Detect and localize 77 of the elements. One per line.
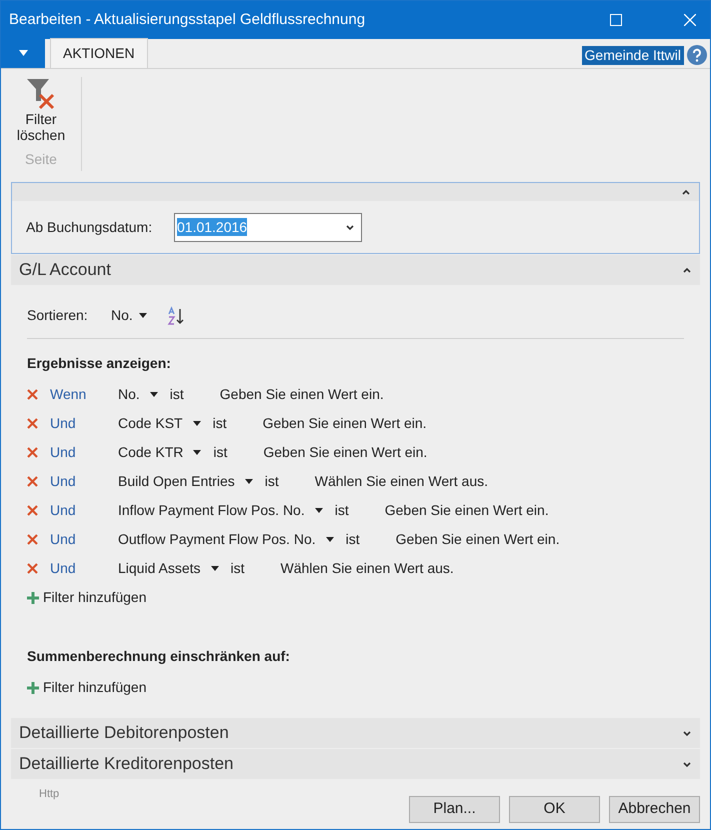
collapse-icon[interactable] bbox=[682, 266, 692, 274]
conjunction-label: Und bbox=[50, 530, 77, 549]
caret-icon[interactable] bbox=[193, 450, 202, 455]
operator-label: ist bbox=[346, 530, 360, 549]
expand-icon[interactable] bbox=[682, 760, 692, 768]
section-heading: Summenberechnung einschränken auf: bbox=[27, 647, 291, 666]
filter-field-dropdown[interactable]: Code KST bbox=[118, 413, 201, 434]
filter-field-dropdown[interactable]: Build Open Entries bbox=[118, 471, 253, 492]
caret-icon[interactable] bbox=[210, 566, 218, 571]
menu-button[interactable] bbox=[1, 38, 45, 68]
window-title: Bearbeiten - Aktualisierungsstapel Geldflussrechnung bbox=[9, 10, 366, 30]
add-filter-link[interactable]: Filter hinzufügen bbox=[27, 583, 147, 612]
caret-icon[interactable] bbox=[314, 508, 323, 513]
plus-icon bbox=[27, 592, 39, 604]
filter-value-field[interactable]: Geben Sie einen Wert ein. bbox=[220, 384, 384, 405]
section-title: G/L Account bbox=[19, 259, 111, 282]
filter-value-field[interactable]: Geben Sie einen Wert ein. bbox=[262, 413, 427, 434]
operator-label: ist bbox=[334, 501, 349, 520]
filter-field-dropdown[interactable]: Liquid Assets bbox=[118, 558, 218, 579]
remove-icon[interactable] bbox=[27, 447, 38, 458]
collapse-icon[interactable] bbox=[681, 188, 691, 196]
section-heading: Ergebnisse anzeigen: bbox=[27, 354, 172, 373]
sort-field-dropdown[interactable]: No. bbox=[111, 305, 147, 326]
conjunction-label: Und bbox=[50, 559, 77, 578]
sort-label: Sortieren: bbox=[27, 306, 89, 325]
section-title: Detaillierte Kreditorenposten bbox=[19, 753, 234, 776]
operator-label: ist bbox=[213, 443, 228, 462]
operator-label: ist bbox=[230, 559, 244, 578]
dropdown-icon[interactable] bbox=[345, 223, 355, 231]
section-header[interactable]: G/L Account bbox=[11, 255, 700, 285]
close-icon[interactable] bbox=[684, 14, 696, 26]
conjunction-label: Und bbox=[50, 501, 77, 520]
ribbon-tab[interactable]: AKTIONEN bbox=[50, 38, 148, 68]
help-icon[interactable] bbox=[687, 45, 707, 65]
company-label: Gemeinde Ittwil bbox=[582, 46, 684, 65]
field-label: Ab Buchungsdatum: bbox=[26, 218, 154, 237]
caret-icon[interactable] bbox=[138, 313, 147, 318]
filter-value-field[interactable]: Wählen Sie einen Wert aus. bbox=[314, 471, 488, 492]
section-header[interactable]: Detaillierte Debitorenposten bbox=[11, 718, 700, 748]
plus-icon bbox=[27, 682, 39, 694]
remove-icon[interactable] bbox=[27, 418, 38, 429]
filter-field-dropdown[interactable]: Outflow Payment Flow Pos. No. bbox=[118, 529, 334, 550]
conjunction-label: Wenn bbox=[50, 385, 88, 404]
filter-clear-icon bbox=[25, 77, 57, 111]
add-filter-link[interactable]: Filter hinzufügen bbox=[27, 673, 147, 702]
remove-icon[interactable] bbox=[27, 389, 38, 400]
caret-icon bbox=[18, 50, 28, 56]
filter-value-field[interactable]: Geben Sie einen Wert ein. bbox=[263, 442, 428, 463]
caret-icon[interactable] bbox=[244, 479, 253, 484]
conjunction-label: Und bbox=[50, 443, 77, 462]
caret-icon[interactable] bbox=[192, 421, 201, 426]
clear-filter-button[interactable]: Filter löschen bbox=[13, 77, 69, 143]
filter-field-dropdown[interactable]: Code KTR bbox=[118, 442, 202, 463]
dialog-button[interactable]: Abbrechen bbox=[609, 796, 700, 823]
operator-label: ist bbox=[170, 385, 184, 404]
operator-label: ist bbox=[212, 414, 227, 433]
filter-value-field[interactable]: Wählen Sie einen Wert aus. bbox=[280, 558, 454, 579]
expand-icon[interactable] bbox=[682, 729, 692, 737]
filter-field-dropdown[interactable]: Inflow Payment Flow Pos. No. bbox=[118, 500, 323, 521]
section-title: Detaillierte Debitorenposten bbox=[19, 722, 229, 744]
filter-field-dropdown[interactable]: No. bbox=[118, 384, 158, 405]
dialog-button[interactable]: OK bbox=[509, 796, 600, 823]
maximize-icon[interactable] bbox=[610, 14, 622, 26]
operator-label: ist bbox=[264, 472, 279, 491]
filter-value-field[interactable]: Geben Sie einen Wert ein. bbox=[384, 500, 549, 521]
filter-value-field[interactable]: Geben Sie einen Wert ein. bbox=[396, 529, 560, 550]
remove-icon[interactable] bbox=[27, 476, 38, 487]
caret-icon[interactable] bbox=[150, 392, 158, 397]
caret-icon[interactable] bbox=[326, 537, 334, 542]
remove-icon[interactable] bbox=[27, 534, 38, 545]
group-label: Seite bbox=[25, 150, 57, 169]
section-header[interactable]: Detaillierte Kreditorenposten bbox=[11, 749, 700, 779]
conjunction-label: Und bbox=[50, 414, 77, 433]
conjunction-label: Und bbox=[50, 472, 77, 491]
remove-icon[interactable] bbox=[27, 563, 38, 574]
dialog-button[interactable]: Plan... bbox=[409, 796, 500, 823]
remove-icon[interactable] bbox=[27, 505, 38, 516]
